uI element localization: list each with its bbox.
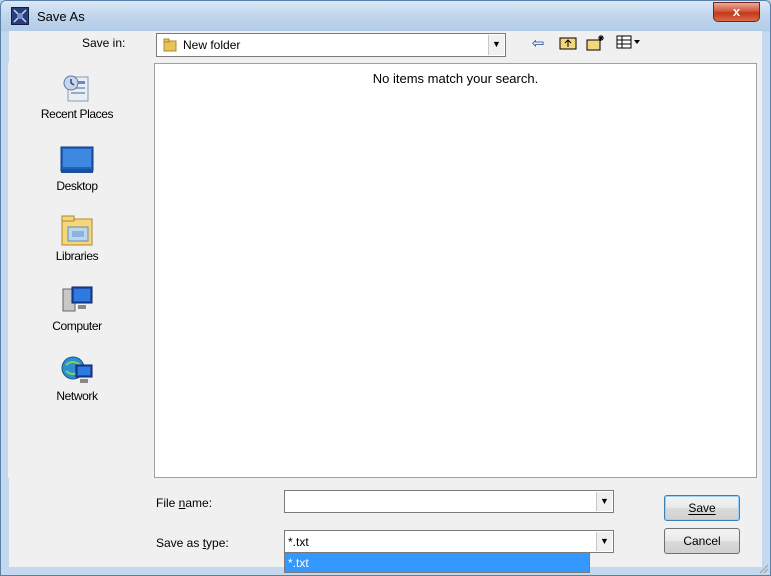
type-option-selected[interactable]: *.txt (288, 556, 309, 570)
resize-grip-icon[interactable] (757, 562, 769, 574)
view-menu-icon[interactable] (616, 34, 642, 54)
save-button-label: Save (688, 501, 716, 515)
current-folder-name: New folder (183, 38, 241, 52)
window-title: Save As (37, 9, 85, 24)
file-list[interactable]: No items match your search. (154, 63, 757, 478)
place-libraries[interactable]: Libraries (8, 213, 146, 263)
chevron-down-icon[interactable]: ▼ (488, 35, 504, 55)
close-icon: x (732, 4, 741, 19)
place-desktop[interactable]: Desktop (8, 143, 146, 193)
save-in-combo[interactable]: New folder ▼ (156, 33, 506, 57)
save-as-type-label: Save as type: (156, 536, 229, 550)
empty-message: No items match your search. (372, 71, 539, 86)
folder-icon (163, 38, 177, 52)
file-name-combo[interactable]: ▼ (284, 490, 614, 513)
place-label: Desktop (56, 179, 98, 193)
place-computer[interactable]: Computer (8, 283, 146, 333)
place-recent-places[interactable]: Recent Places (8, 71, 146, 121)
chevron-down-icon[interactable]: ▼ (596, 532, 612, 551)
file-name-label: File name: (156, 496, 213, 510)
new-folder-icon[interactable] (586, 34, 606, 54)
app-icon (11, 7, 29, 25)
save-as-type-value: *.txt (288, 535, 309, 549)
place-label: Libraries (55, 249, 99, 263)
desktop-icon (60, 146, 94, 173)
save-in-label: Save in: (82, 36, 126, 50)
libraries-icon (61, 215, 93, 246)
file-name-input[interactable] (287, 493, 587, 510)
chevron-down-icon[interactable]: ▼ (596, 492, 612, 511)
back-arrow-icon[interactable]: ⇦ (528, 34, 548, 54)
save-button[interactable]: Save (664, 495, 740, 521)
cancel-button[interactable]: Cancel (664, 528, 740, 554)
title-bar[interactable]: Save As x (1, 1, 770, 31)
places-bar: Recent Places Desktop Libraries Computer (8, 63, 146, 478)
computer-icon (62, 286, 93, 312)
save-as-type-combo[interactable]: *.txt ▼ (284, 530, 614, 553)
network-icon (61, 356, 93, 383)
place-label: Computer (52, 319, 102, 333)
up-folder-icon[interactable] (558, 34, 578, 54)
recent-places-icon (63, 75, 89, 102)
place-label: Recent Places (40, 107, 114, 121)
close-button[interactable]: x (713, 2, 760, 22)
place-network[interactable]: Network (8, 353, 146, 403)
type-dropdown-list[interactable]: *.txt (284, 553, 590, 573)
place-label: Network (56, 389, 98, 403)
